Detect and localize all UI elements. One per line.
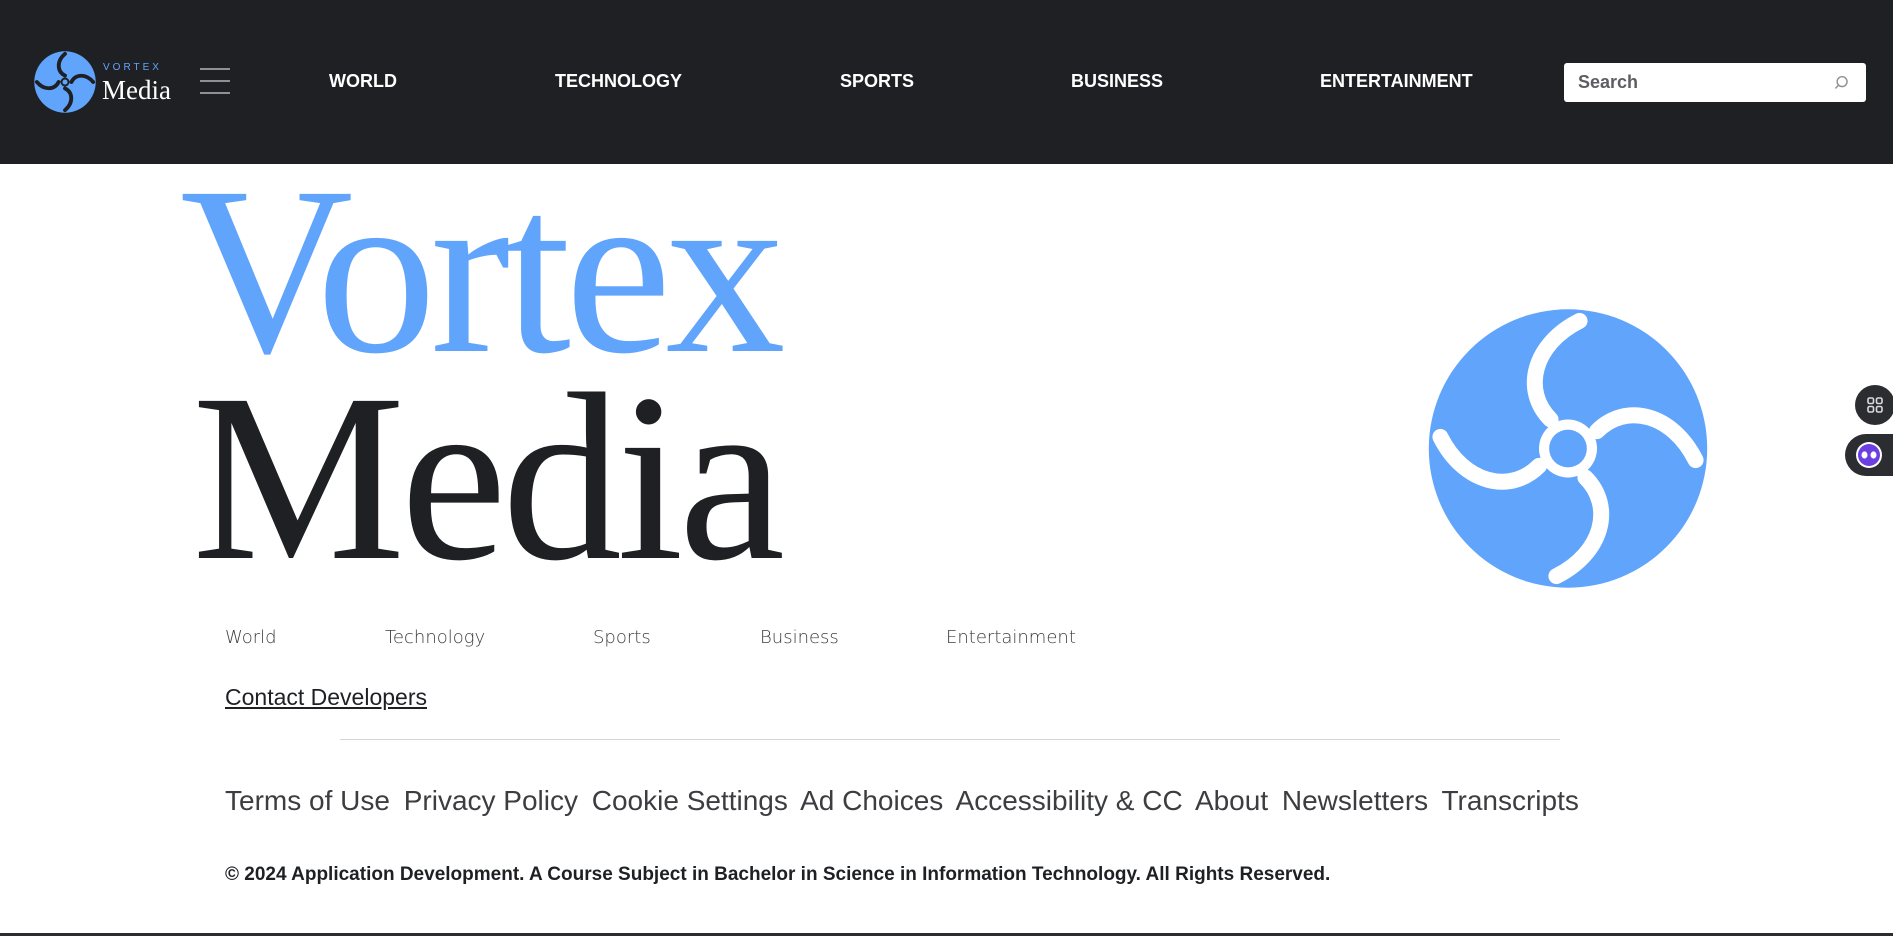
assistant-bot-icon[interactable] xyxy=(1845,434,1893,476)
hamburger-menu-icon[interactable] xyxy=(200,68,230,96)
legal-link-privacy[interactable]: Privacy Policy xyxy=(404,785,578,816)
legal-link-about[interactable]: About xyxy=(1195,785,1268,816)
legal-link-transcripts[interactable]: Transcripts xyxy=(1441,785,1578,816)
legal-link-ad-choices[interactable]: Ad Choices xyxy=(800,785,943,816)
vortex-swirl-hero-icon xyxy=(1428,309,1708,588)
legal-link-accessibility[interactable]: Accessibility & CC xyxy=(956,785,1183,816)
footer-link-world[interactable]: World xyxy=(225,627,277,648)
nav-link-technology[interactable]: TECHNOLOGY xyxy=(555,71,682,92)
footer-link-technology[interactable]: Technology xyxy=(385,627,485,648)
nav-link-entertainment[interactable]: ENTERTAINMENT xyxy=(1320,71,1473,92)
footer-link-entertainment[interactable]: Entertainment xyxy=(946,627,1076,648)
site-logo[interactable]: VORTEX Media xyxy=(33,49,173,117)
legal-links: Terms of Use Privacy Policy Cookie Setti… xyxy=(225,785,1585,817)
search-box xyxy=(1564,63,1866,102)
nav-link-business[interactable]: BUSINESS xyxy=(1071,71,1163,92)
search-icon[interactable] xyxy=(1834,74,1852,92)
footer-link-business[interactable]: Business xyxy=(760,627,839,648)
legal-link-newsletters[interactable]: Newsletters xyxy=(1282,785,1428,816)
legal-link-terms[interactable]: Terms of Use xyxy=(225,785,390,816)
legal-link-cookies[interactable]: Cookie Settings xyxy=(592,785,788,816)
apps-grid-icon[interactable] xyxy=(1855,385,1893,425)
nav-link-world[interactable]: WORLD xyxy=(329,71,397,92)
footer-divider xyxy=(340,739,1560,740)
copyright-notice: © 2024 Application Development. A Course… xyxy=(225,864,1331,885)
nav-link-sports[interactable]: SPORTS xyxy=(840,71,914,92)
contact-developers-link[interactable]: Contact Developers xyxy=(225,684,427,711)
vortex-swirl-logo-icon xyxy=(34,51,96,113)
logo-brand-top: VORTEX xyxy=(103,62,162,73)
search-input[interactable] xyxy=(1564,63,1824,102)
logo-brand-bottom: Media xyxy=(102,75,171,105)
hero-title-media: Media xyxy=(192,344,785,610)
footer-link-sports[interactable]: Sports xyxy=(593,627,651,648)
